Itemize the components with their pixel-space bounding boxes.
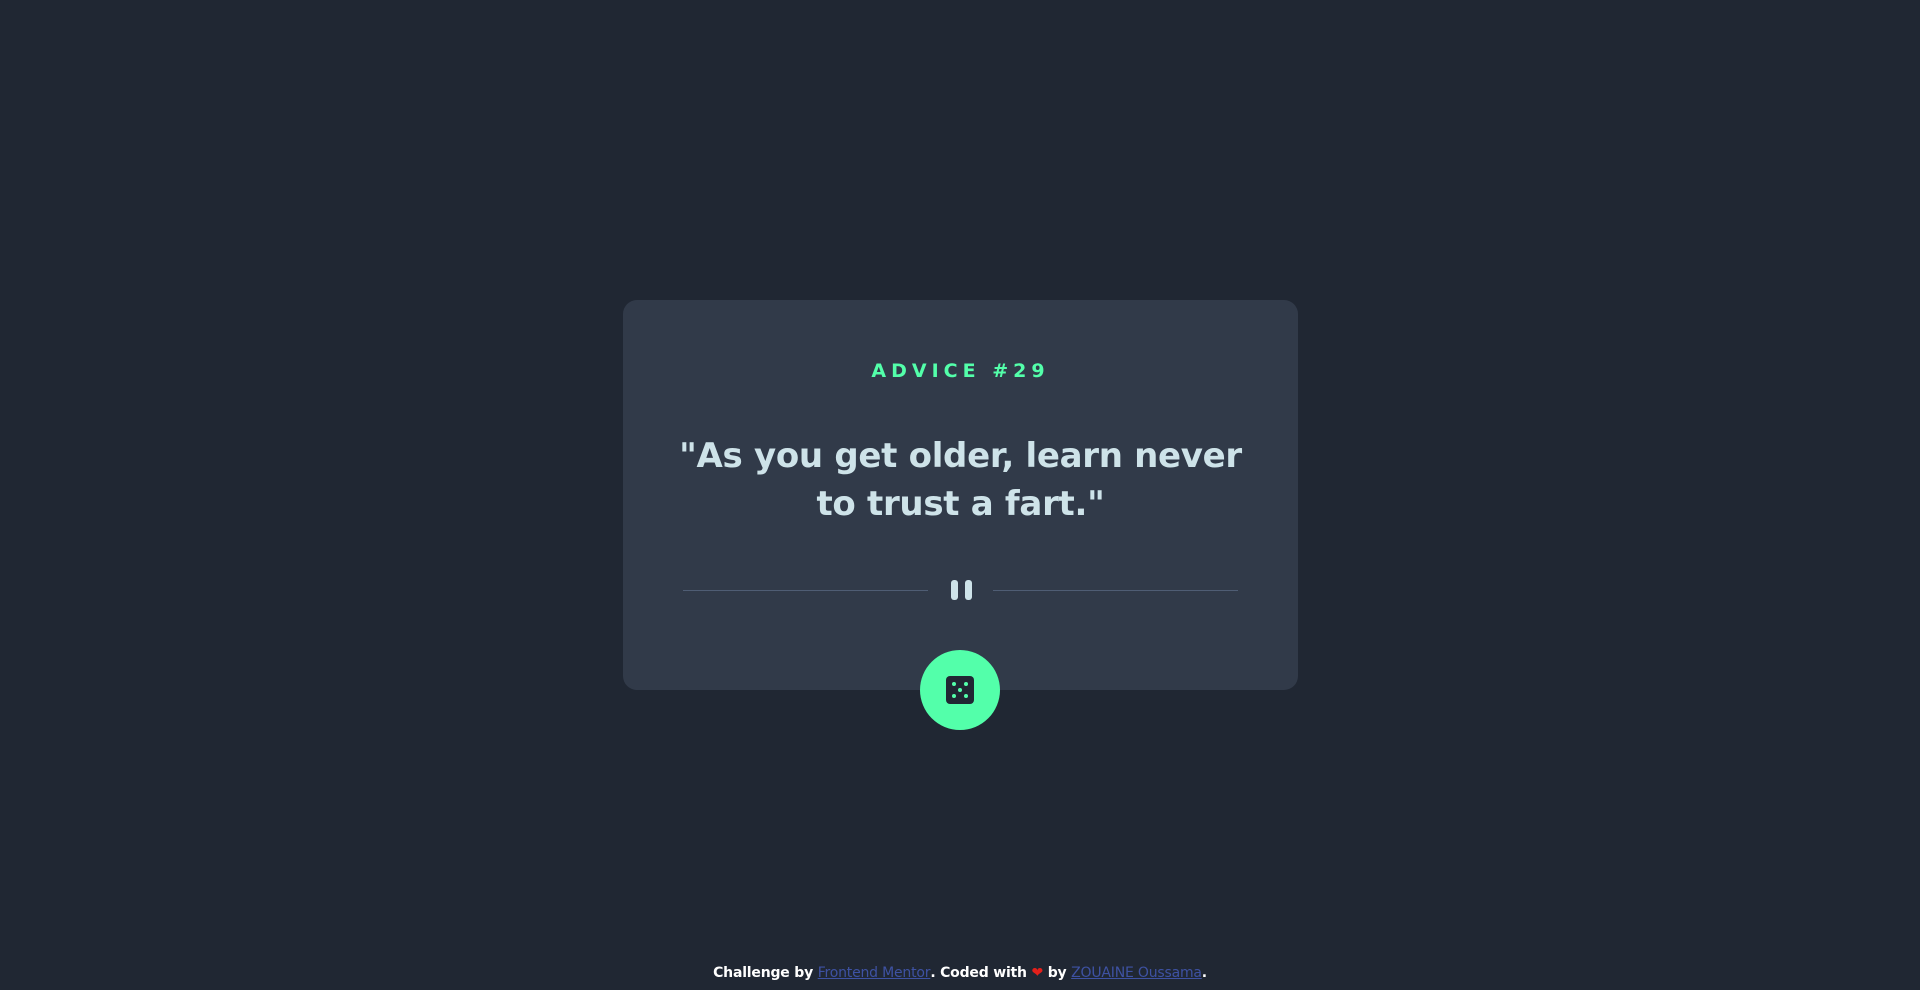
page: ADVICE #29 "As you get older, learn neve…	[0, 0, 1920, 990]
heart-icon: ❤	[1031, 965, 1044, 981]
footer-suffix: .	[1201, 965, 1207, 981]
footer-by: by	[1047, 965, 1067, 981]
advice-id: ADVICE #29	[871, 360, 1050, 382]
author-link[interactable]: ZOUAINE Oussama	[1071, 965, 1202, 981]
footer-middle: . Coded with	[930, 965, 1027, 981]
footer-prefix: Challenge by	[713, 965, 813, 981]
dice-icon	[946, 676, 974, 704]
pause-icon	[949, 580, 973, 600]
new-advice-button[interactable]	[920, 650, 1000, 730]
advice-card: ADVICE #29 "As you get older, learn neve…	[623, 300, 1298, 690]
divider	[683, 580, 1238, 600]
advice-quote: "As you get older, learn never to trust …	[679, 436, 1242, 524]
frontend-mentor-link[interactable]: Frontend Mentor	[818, 965, 931, 981]
divider-line-right	[993, 590, 1238, 591]
attribution-footer: Challenge by Frontend Mentor. Coded with…	[0, 965, 1920, 981]
divider-line-left	[683, 590, 928, 591]
